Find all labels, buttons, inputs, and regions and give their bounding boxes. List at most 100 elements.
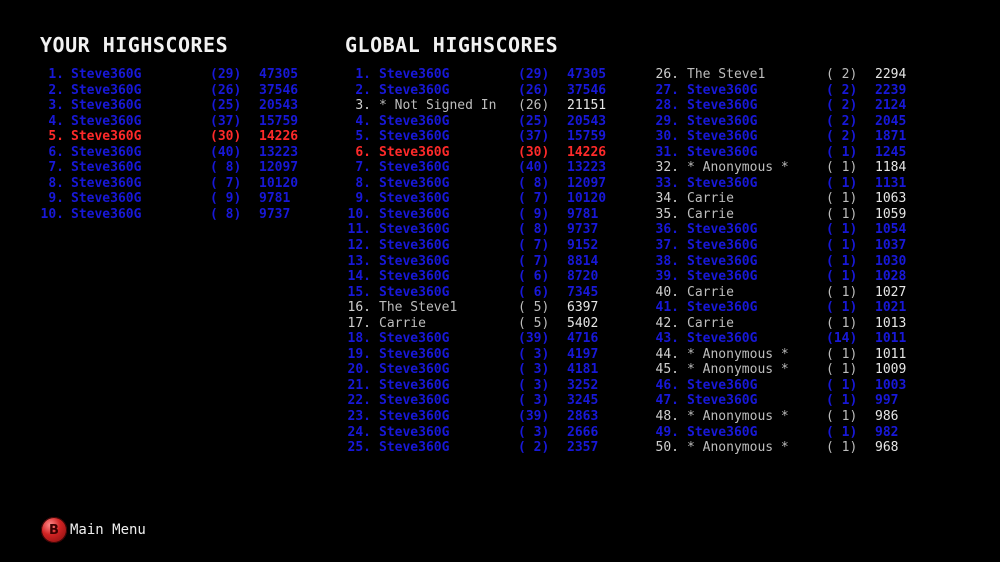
- score-row: 6. Steve360G (30) 14226: [345, 145, 625, 161]
- main-menu-button[interactable]: B Main Menu: [41, 517, 146, 543]
- score-value: 9781: [567, 206, 599, 222]
- player-name: Steve360G: [379, 424, 450, 440]
- score-row: 43. Steve360G (14) 1011: [645, 331, 935, 347]
- score-row: 8. Steve360G ( 7) 10120: [38, 176, 318, 192]
- score-row: 23. Steve360G (39) 2863: [345, 409, 625, 425]
- score-value: 1009: [875, 362, 907, 378]
- player-name: Steve360G: [687, 129, 758, 145]
- play-count: ( 7): [210, 175, 242, 191]
- b-button-icon: B: [41, 517, 67, 543]
- score-rank: 28.: [655, 98, 679, 114]
- score-row: 35. Carrie ( 1) 1059: [645, 207, 935, 223]
- score-value: 10120: [259, 175, 299, 191]
- score-rank: 30.: [655, 129, 679, 145]
- player-name: Steve360G: [71, 191, 142, 207]
- play-count: ( 3): [518, 346, 550, 362]
- score-rank: 36.: [655, 222, 679, 238]
- player-name: Carrie: [687, 206, 734, 222]
- score-value: 9152: [567, 238, 599, 254]
- score-value: 2239: [875, 82, 907, 98]
- score-row: 44. * Anonymous * ( 1) 1011: [645, 347, 935, 363]
- player-name: Carrie: [379, 315, 426, 331]
- score-row: 11. Steve360G ( 8) 9737: [345, 222, 625, 238]
- player-name: * Anonymous *: [687, 409, 789, 425]
- score-row: 31. Steve360G ( 1) 1245: [645, 145, 935, 161]
- score-rank: 26.: [655, 67, 679, 82]
- score-rank: 4.: [48, 113, 64, 129]
- play-count: ( 7): [518, 191, 550, 207]
- score-rank: 23.: [347, 409, 371, 425]
- player-name: Steve360G: [379, 284, 450, 300]
- score-rank: 15.: [347, 284, 371, 300]
- score-rank: 3.: [355, 98, 371, 114]
- player-name: The Steve1: [687, 67, 766, 82]
- score-rank: 16.: [347, 300, 371, 316]
- score-rank: 18.: [347, 331, 371, 347]
- score-value: 1059: [875, 206, 907, 222]
- score-rank: 12.: [347, 238, 371, 254]
- play-count: ( 8): [518, 175, 550, 191]
- score-rank: 11.: [347, 222, 371, 238]
- play-count: (26): [518, 82, 550, 98]
- play-count: ( 3): [518, 424, 550, 440]
- main-menu-label: Main Menu: [70, 522, 146, 538]
- player-name: Steve360G: [687, 238, 758, 254]
- player-name: Steve360G: [687, 113, 758, 129]
- score-rank: 3.: [48, 98, 64, 114]
- play-count: ( 1): [826, 346, 858, 362]
- score-row: 29. Steve360G ( 2) 2045: [645, 114, 935, 130]
- score-rank: 4.: [355, 113, 371, 129]
- score-row: 32. * Anonymous * ( 1) 1184: [645, 160, 935, 176]
- player-name: Steve360G: [379, 253, 450, 269]
- score-row: 14. Steve360G ( 6) 8720: [345, 269, 625, 285]
- score-rank: 43.: [655, 331, 679, 347]
- player-name: Carrie: [687, 284, 734, 300]
- score-row: 45. * Anonymous * ( 1) 1009: [645, 362, 935, 378]
- score-row: 5. Steve360G (37) 15759: [345, 129, 625, 145]
- score-row: 25. Steve360G ( 2) 2357: [345, 440, 625, 456]
- score-value: 1011: [875, 331, 907, 347]
- play-count: (25): [210, 98, 242, 114]
- score-row: 34. Carrie ( 1) 1063: [645, 191, 935, 207]
- play-count: ( 3): [518, 393, 550, 409]
- score-value: 20543: [567, 113, 607, 129]
- score-rank: 13.: [347, 253, 371, 269]
- score-value: 1063: [875, 191, 907, 207]
- score-row: 13. Steve360G ( 7) 8814: [345, 254, 625, 270]
- play-count: ( 9): [210, 191, 242, 207]
- score-row: 5. Steve360G (30) 14226: [38, 129, 318, 145]
- player-name: * Not Signed In: [379, 98, 497, 114]
- play-count: ( 1): [826, 393, 858, 409]
- score-row: 10. Steve360G ( 8) 9737: [38, 207, 318, 223]
- player-name: Steve360G: [687, 331, 758, 347]
- play-count: ( 1): [826, 362, 858, 378]
- player-name: Steve360G: [379, 129, 450, 145]
- score-rank: 27.: [655, 82, 679, 98]
- score-row: 33. Steve360G ( 1) 1131: [645, 176, 935, 192]
- score-rank: 6.: [355, 144, 371, 160]
- score-row: 1. Steve360G (29) 47305: [345, 67, 625, 83]
- player-name: Steve360G: [379, 331, 450, 347]
- score-rank: 7.: [355, 160, 371, 176]
- score-row: 20. Steve360G ( 3) 4181: [345, 362, 625, 378]
- player-name: Steve360G: [379, 346, 450, 362]
- score-rank: 21.: [347, 377, 371, 393]
- player-name: Steve360G: [379, 362, 450, 378]
- score-value: 9737: [259, 206, 291, 222]
- score-value: 1028: [875, 269, 907, 285]
- player-name: Steve360G: [379, 269, 450, 285]
- your-highscores-list: 1. Steve360G (29) 47305 2. Steve360G (26) 37546…: [38, 67, 318, 222]
- player-name: Steve360G: [379, 393, 450, 409]
- score-row: 28. Steve360G ( 2) 2124: [645, 98, 935, 114]
- score-value: 14226: [259, 129, 299, 145]
- score-rank: 37.: [655, 238, 679, 254]
- player-name: Steve360G: [687, 222, 758, 238]
- score-value: 13223: [259, 144, 299, 160]
- score-value: 4197: [567, 346, 599, 362]
- score-rank: 39.: [655, 269, 679, 285]
- score-rank: 31.: [655, 144, 679, 160]
- player-name: Steve360G: [379, 175, 450, 191]
- score-row: 37. Steve360G ( 1) 1037: [645, 238, 935, 254]
- play-count: (26): [210, 82, 242, 98]
- play-count: ( 1): [826, 253, 858, 269]
